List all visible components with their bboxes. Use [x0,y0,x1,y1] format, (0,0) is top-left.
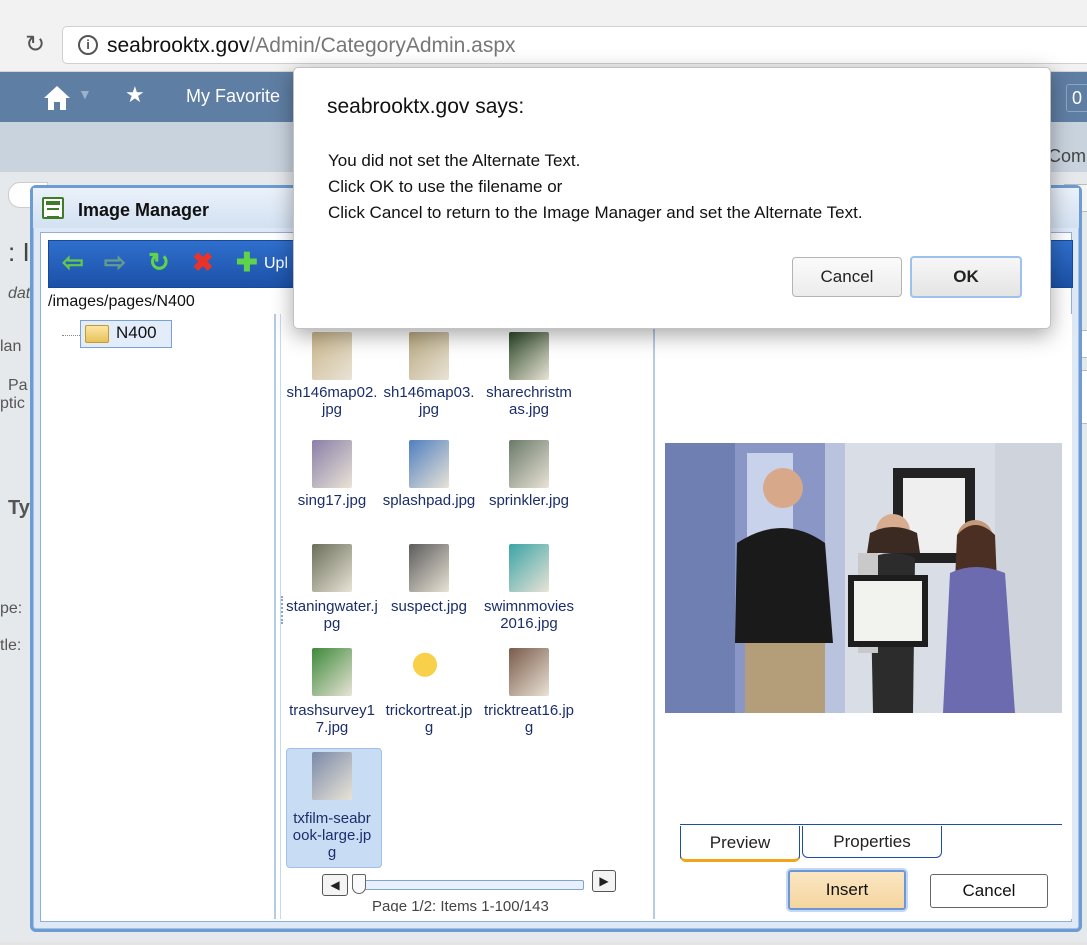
forward-arrow-icon[interactable]: ⇨ [104,247,126,277]
subbar-label[interactable]: Comr [1048,146,1087,167]
folder-icon [85,325,109,343]
upload-button[interactable]: Upl [264,255,288,273]
file-thumbnail[interactable] [509,544,549,592]
paging-info: Page 1/2: Items 1-100/143 [372,898,549,912]
upload-plus-icon[interactable]: ✚ [236,247,258,277]
file-thumbnail[interactable] [312,440,352,488]
background-label: Ty [8,497,30,519]
back-arrow-icon[interactable]: ⇦ [62,247,84,277]
image-manager-title: Image Manager [78,200,210,220]
tree-connector [62,335,82,336]
url-host: seabrooktx.gov [107,34,250,57]
file-name[interactable]: sprinkler.jpg [482,492,576,509]
nav-count-badge[interactable]: 0 [1066,84,1087,112]
file-thumbnail[interactable] [409,648,449,696]
tab-properties[interactable]: Properties [802,826,942,858]
file-name[interactable]: sing17.jpg [285,492,379,509]
background-label: tle: [0,637,22,654]
delete-icon[interactable]: ✖ [192,247,214,277]
dialog-message-line: Click OK to use the filename or [328,177,563,196]
background-label: dat [8,285,31,302]
file-name[interactable]: sh146map03.jpg [382,384,476,418]
tab-preview[interactable]: Preview [680,826,800,862]
image-manager-cancel-button[interactable]: Cancel [930,874,1048,908]
horizontal-scrollbar[interactable] [352,880,584,890]
file-thumbnail[interactable] [312,752,352,800]
file-thumbnail[interactable] [312,332,352,380]
insert-button[interactable]: Insert [788,870,906,910]
scroll-right-button[interactable]: ▶ [592,870,616,892]
file-thumbnail[interactable] [509,440,549,488]
file-thumbnail[interactable] [409,440,449,488]
tabs-divider [680,824,1062,825]
reload-icon[interactable]: ↻ [20,30,50,60]
file-thumbnail[interactable] [312,648,352,696]
image-manager-icon [42,197,64,219]
star-icon[interactable]: ★ [125,82,145,108]
home-icon[interactable] [42,84,72,112]
file-thumbnail[interactable] [409,332,449,380]
scroll-left-button[interactable]: ◀ [322,874,348,896]
refresh-icon[interactable]: ↻ [148,247,170,277]
scrollbar-thumb[interactable] [352,874,366,894]
file-name[interactable]: splashpad.jpg [382,492,476,509]
background-label: lan [0,338,22,355]
url-path: /Admin/CategoryAdmin.aspx [249,34,516,57]
file-name[interactable]: staningwater.jpg [285,598,379,632]
url-text[interactable]: seabrooktx.gov/Admin/CategoryAdmin.aspx [107,33,516,59]
dialog-message-line: You did not set the Alternate Text. [328,151,581,170]
file-name[interactable]: txfilm-seabrook-large.jpg [292,810,372,861]
current-path: /images/pages/N400 [48,293,195,310]
file-thumbnail[interactable] [509,332,549,380]
info-icon[interactable]: i [78,35,98,55]
file-name[interactable]: trashsurvey17.jpg [285,702,379,736]
dialog-message-line: Click Cancel to return to the Image Mana… [328,203,863,222]
file-name[interactable]: trickortreat.jpg [382,702,476,736]
file-name[interactable]: sh146map02.jpg [285,384,379,418]
file-name[interactable]: suspect.jpg [382,598,476,615]
background-label: ptic [0,395,25,412]
file-name[interactable]: sharechristmas.jpg [482,384,576,418]
file-name[interactable]: swimnmovies2016.jpg [482,598,576,632]
file-thumbnail[interactable] [312,544,352,592]
preview-image [665,443,1062,713]
home-dropdown-caret-icon[interactable]: ▼ [78,86,92,102]
background-label: pe: [0,600,23,617]
dialog-cancel-button[interactable]: Cancel [792,257,902,297]
file-thumbnail[interactable] [409,544,449,592]
background-label: : I [8,237,30,267]
background-label: Pa [8,377,28,394]
file-name[interactable]: tricktreat16.jpg [482,702,576,736]
tree-node-label: N400 [116,323,157,342]
file-thumbnail[interactable] [509,648,549,696]
folder-tree-pane [48,314,276,919]
dialog-title: seabrooktx.gov says: [327,95,525,118]
nav-favorites[interactable]: My Favorite [186,86,280,107]
dialog-ok-button[interactable]: OK [910,256,1022,298]
